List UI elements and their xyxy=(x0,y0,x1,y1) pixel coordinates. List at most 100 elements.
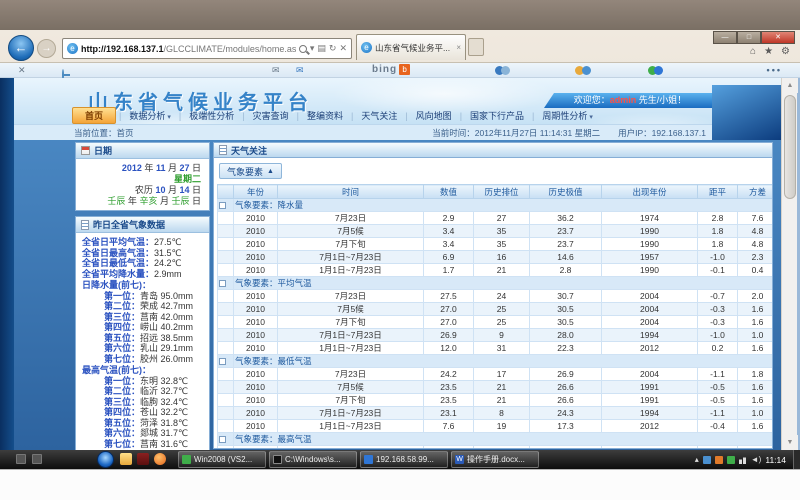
close-button[interactable]: ✕ xyxy=(761,31,795,44)
cell: 1957 xyxy=(602,251,698,264)
refresh-icon[interactable]: ↻ xyxy=(329,43,337,54)
tray-expand-icon[interactable]: ▴ xyxy=(695,455,699,464)
share-contacts-icon[interactable] xyxy=(575,66,591,77)
nav-item-2[interactable]: 极端性分析 xyxy=(182,108,241,123)
pinned-icon[interactable] xyxy=(32,454,42,464)
forward-button[interactable]: → xyxy=(37,39,56,58)
mail-icon[interactable]: ✉ xyxy=(272,65,280,76)
table-row[interactable]: 20107月5候3.43523.719901.84.8 xyxy=(218,225,774,238)
dropdown-arrow-icon[interactable]: ▾ xyxy=(310,43,315,54)
more-options-icon[interactable]: ••• xyxy=(767,65,782,75)
taskbar-pinned-icons xyxy=(16,454,42,464)
taskbar-button-2[interactable]: 192.168.58.99... xyxy=(360,451,448,468)
taskbar-button-0[interactable]: Win2008 (VS2... xyxy=(178,451,266,468)
weather-stat: 全省日最低气温：24.2℃ xyxy=(82,258,205,269)
table-row[interactable]: 20107月5候23.52126.61991-0.51.6 xyxy=(218,381,774,394)
start-button[interactable] xyxy=(97,451,114,468)
search-icon[interactable] xyxy=(299,45,307,53)
addons-icon[interactable] xyxy=(648,66,663,77)
table-group-row[interactable]: 气象要素：降水量 xyxy=(218,199,774,212)
rank-item: 第四位：崂山 40.2mm xyxy=(82,322,205,333)
table-row[interactable]: 20107月1日~7月23日26.9928.01994-1.01.0 xyxy=(218,329,774,342)
new-tab-button[interactable] xyxy=(468,38,484,56)
settings-gear-icon[interactable]: ⚙ xyxy=(781,46,790,57)
table-group-row[interactable]: 气象要素：最低气温 xyxy=(218,355,774,368)
network-icon[interactable] xyxy=(739,456,747,464)
group-checkbox-cell xyxy=(218,355,234,368)
cell: 25 xyxy=(474,303,530,316)
table-row[interactable]: 20107月1日~7月23日23.1824.31994-1.11.0 xyxy=(218,407,774,420)
calendar-body: 2012 年 11 月 27 日 星期二 农历 10 月 14 日 壬辰 年 辛… xyxy=(76,159,209,210)
taskbar-button-1[interactable]: C:\Windows\s... xyxy=(269,451,357,468)
row-select-cell xyxy=(218,290,234,303)
tray-clock[interactable]: 11:14 xyxy=(765,455,786,465)
firefox-icon[interactable] xyxy=(154,453,166,465)
nav-item-8[interactable]: 周期性分析▾ xyxy=(535,108,600,123)
compatibility-icon[interactable]: ▤ xyxy=(317,43,326,54)
tray-update-icon[interactable] xyxy=(703,456,711,464)
home-icon[interactable]: ⌂ xyxy=(750,46,756,57)
table-row[interactable]: 20107月23日2.92736.219742.87.6 xyxy=(218,212,774,225)
nav-item-0[interactable]: 首页 xyxy=(72,107,116,124)
table-row[interactable]: 20101月1日~7月23日12.03122.320120.21.6 xyxy=(218,342,774,355)
maximize-button[interactable]: □ xyxy=(737,31,761,44)
table-row[interactable]: 20107月下旬23.52126.61991-0.51.6 xyxy=(218,394,774,407)
element-selector-button[interactable]: 气象要素 ▲ xyxy=(219,163,282,179)
stop-icon[interactable]: ✕ xyxy=(339,43,347,54)
table-row[interactable]: 20107月1日~7月23日6.91614.61957-1.02.3 xyxy=(218,251,774,264)
nav-item-4[interactable]: 整编资料 xyxy=(300,108,350,123)
back-button[interactable]: ← xyxy=(8,35,34,61)
pinned-icon[interactable] xyxy=(16,454,26,464)
taskbar-button-3[interactable]: W操作手册.docx... xyxy=(451,451,539,468)
cell: 28.0 xyxy=(530,329,602,342)
checkbox-icon[interactable] xyxy=(219,436,226,443)
row-select-cell xyxy=(218,407,234,420)
table-row[interactable]: 20107月下旬3.43523.719901.84.8 xyxy=(218,238,774,251)
table-row[interactable]: 20107月23日31.52936.31955,1951-0.32.5 xyxy=(218,446,774,450)
address-bar[interactable]: e http://192.168.137.1/GLCCLIMATE/module… xyxy=(62,38,352,59)
rank-item: 第六位：乳山 29.1mm xyxy=(82,343,205,354)
table-row[interactable]: 20107月23日24.21726.92004-1.11.8 xyxy=(218,368,774,381)
browser-tab[interactable]: e 山东省气候业务平... × xyxy=(356,34,466,60)
minimize-button[interactable]: — xyxy=(713,31,737,44)
vm-icon xyxy=(182,455,191,464)
cell: 26.6 xyxy=(530,381,602,394)
show-desktop-button[interactable] xyxy=(793,450,800,469)
bing-toolbar[interactable]: bingb xyxy=(372,64,410,75)
media-player-icon[interactable] xyxy=(137,453,149,465)
volume-icon[interactable]: ◄) xyxy=(751,455,762,464)
scroll-up-icon[interactable]: ▲ xyxy=(782,78,798,93)
close-toolbar-icon[interactable]: ✕ xyxy=(18,65,26,76)
checkbox-icon[interactable] xyxy=(219,202,226,209)
welcome-suffix: 先生/小姐！ xyxy=(636,95,686,105)
nav-item-6[interactable]: 风向地图 xyxy=(409,108,459,123)
tab-close-icon[interactable]: × xyxy=(456,43,461,52)
tray-security-icon[interactable] xyxy=(727,456,735,464)
cell: 2.8 xyxy=(530,264,602,277)
table-row[interactable]: 20101月1日~7月23日7.61917.32012-0.41.6 xyxy=(218,420,774,433)
favorites-star-icon[interactable]: ★ xyxy=(764,46,773,57)
scroll-down-icon[interactable]: ▼ xyxy=(782,435,798,450)
table-row[interactable]: 20107月23日27.52430.72004-0.72.0 xyxy=(218,290,774,303)
scrollbar-thumb[interactable] xyxy=(784,95,796,199)
checkbox-icon[interactable] xyxy=(219,280,226,287)
column-header: 距平 xyxy=(698,185,738,199)
nav-item-1[interactable]: 数据分析▾ xyxy=(122,108,178,123)
nav-item-5[interactable]: 天气关注 xyxy=(354,108,404,123)
nav-item-7[interactable]: 国家下行产品 xyxy=(463,108,531,123)
table-row[interactable]: 20107月5候27.02530.52004-0.31.6 xyxy=(218,303,774,316)
page-scrollbar[interactable]: ▲ ▼ xyxy=(781,78,797,450)
table-group-row[interactable]: 气象要素：最高气温 xyxy=(218,433,774,446)
nav-item-3[interactable]: 灾害查询 xyxy=(246,108,296,123)
table-row[interactable]: 20101月1日~7月23日1.7212.81990-0.10.4 xyxy=(218,264,774,277)
url-text[interactable]: http://192.168.137.1/GLCCLIMATE/modules/… xyxy=(81,44,296,54)
explorer-folder-icon[interactable] xyxy=(120,453,132,465)
checkbox-icon[interactable] xyxy=(219,358,226,365)
rank-item: 第七位：莒南 31.6℃ xyxy=(82,439,205,450)
tray-antivirus-icon[interactable] xyxy=(715,456,723,464)
table-group-row[interactable]: 气象要素：平均气温 xyxy=(218,277,774,290)
toolbar-extension-icon[interactable] xyxy=(495,66,510,77)
cell: 1955,1951 xyxy=(602,446,698,450)
table-row[interactable]: 20107月下旬27.02530.52004-0.31.6 xyxy=(218,316,774,329)
send-page-icon[interactable]: ✉ xyxy=(296,65,304,76)
